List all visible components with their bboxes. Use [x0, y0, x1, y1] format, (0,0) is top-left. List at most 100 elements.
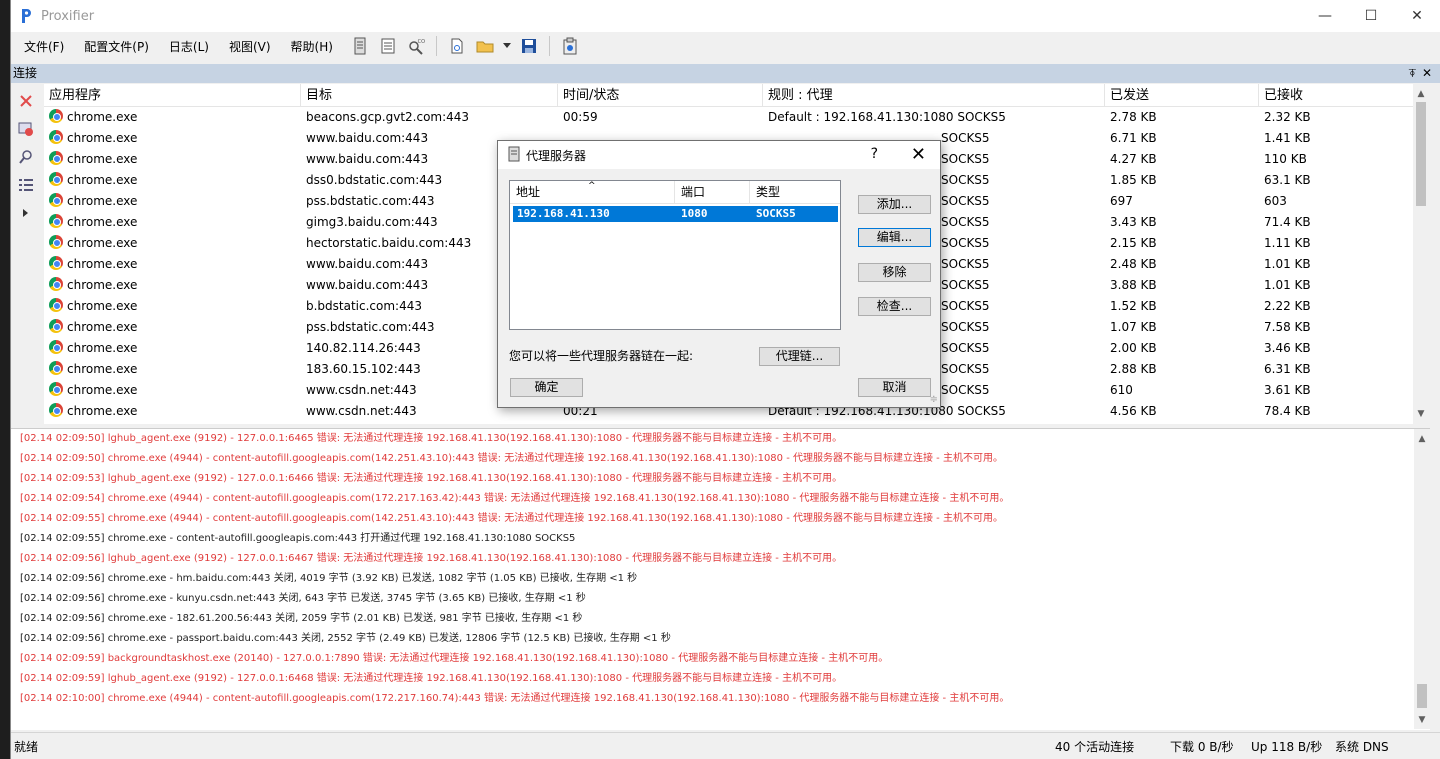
scroll-up-icon[interactable]: ▲: [1413, 86, 1429, 102]
window-title: Proxifier: [41, 8, 95, 24]
status-bar: 就绪 40 个活动连接 下载 0 B/秒 Up 118 B/秒 系统 DNS: [11, 732, 1440, 759]
connections-table-header: 应用程序 目标 时间/状态 规则 : 代理 已发送 已接收: [44, 84, 1429, 107]
list-view-icon[interactable]: [15, 174, 37, 196]
chrome-icon: [49, 235, 63, 249]
dialog-title-bar[interactable]: 代理服务器 ? ✕: [498, 141, 940, 169]
cell-app: chrome.exe: [44, 107, 301, 128]
expand-arrow-icon[interactable]: [15, 202, 37, 224]
status-ready: 就绪: [14, 740, 39, 754]
cell-rule-text: SOCKS5: [941, 341, 990, 355]
scroll-down-icon[interactable]: ▼: [1413, 406, 1429, 422]
cell-sent: 2.00 KB: [1105, 338, 1259, 359]
minimize-icon[interactable]: —: [1302, 0, 1348, 32]
log-line: [02.14 02:09:50] lghub_agent.exe (9192) …: [20, 433, 843, 444]
rules-icon[interactable]: [377, 35, 399, 57]
log-panel: [02.14 02:09:50] lghub_agent.exe (9192) …: [11, 428, 1430, 730]
menu-view[interactable]: 视图(V): [222, 38, 278, 55]
cell-rule-text: SOCKS5: [941, 173, 990, 187]
menu-log[interactable]: 日志(L): [162, 38, 216, 55]
column-header-time[interactable]: 时间/状态: [558, 84, 763, 106]
maximize-icon[interactable]: ☐: [1348, 0, 1394, 32]
column-header-type[interactable]: 类型: [750, 181, 838, 203]
log-line: [02.14 02:09:56] chrome.exe - hm.baidu.c…: [20, 573, 638, 584]
cell-app: chrome.exe: [44, 401, 301, 422]
log-line: [02.14 02:10:00] chrome.exe (4944) - con…: [20, 693, 1010, 704]
cell-app-text: chrome.exe: [67, 152, 138, 166]
remove-button[interactable]: 移除: [858, 263, 931, 282]
cell-rule-text: SOCKS5: [941, 299, 990, 313]
cell-app: chrome.exe: [44, 380, 301, 401]
cell-received: 6.31 KB: [1259, 359, 1429, 380]
check-button[interactable]: 检查...: [858, 297, 931, 316]
cell-sent-text: 2.00 KB: [1110, 341, 1157, 355]
menu-help[interactable]: 帮助(H): [284, 38, 340, 55]
column-header-app[interactable]: 应用程序: [44, 84, 301, 106]
cell-sent-text: 2.48 KB: [1110, 257, 1157, 271]
log-line: [02.14 02:09:54] chrome.exe (4944) - con…: [20, 493, 1010, 504]
cancel-button[interactable]: 取消: [858, 378, 931, 397]
cell-received-text: 1.01 KB: [1264, 278, 1311, 292]
clipboard-icon[interactable]: [559, 35, 581, 57]
cell-sent: 6.71 KB: [1105, 128, 1259, 149]
edit-button[interactable]: 编辑...: [858, 228, 931, 247]
ok-button[interactable]: 确定: [510, 378, 583, 397]
cell-target-text: dss0.bdstatic.com:443: [306, 173, 443, 187]
cell-time: 00:59: [558, 107, 763, 128]
log-line: [02.14 02:09:56] chrome.exe - kunyu.csdn…: [20, 593, 586, 604]
save-icon[interactable]: [518, 35, 540, 57]
cell-rule-text: SOCKS5: [941, 194, 990, 208]
close-icon[interactable]: ✕: [1394, 0, 1440, 32]
pin-icon[interactable]: ⍕: [1409, 64, 1416, 83]
cell-rule-text: SOCKS5: [941, 215, 990, 229]
new-profile-icon[interactable]: [446, 35, 468, 57]
cell-received: 2.32 KB: [1259, 107, 1429, 128]
column-header-address[interactable]: 地址 ^: [510, 181, 675, 203]
cell-rule-text: SOCKS5: [941, 131, 990, 145]
menu-file[interactable]: 文件(F): [17, 38, 71, 55]
chrome-icon: [49, 340, 63, 354]
close-connection-icon[interactable]: [15, 90, 37, 112]
log-scroll-down-icon[interactable]: ▼: [1414, 712, 1430, 728]
column-header-target[interactable]: 目标: [301, 84, 558, 106]
cell-app-text: chrome.exe: [67, 215, 138, 229]
log-lines: [02.14 02:09:50] lghub_agent.exe (9192) …: [11, 429, 1430, 709]
proxy-chain-button[interactable]: 代理链...: [759, 347, 840, 366]
cell-sent-text: 6.71 KB: [1110, 131, 1157, 145]
dropdown-arrow-icon[interactable]: [502, 35, 512, 57]
dialog-close-icon[interactable]: ✕: [911, 144, 926, 165]
cell-sent-text: 3.88 KB: [1110, 278, 1157, 292]
connections-scrollbar[interactable]: ▲ ▼: [1413, 84, 1429, 424]
scroll-thumb[interactable]: [1416, 102, 1426, 206]
resize-grip-icon[interactable]: ≑: [930, 394, 938, 405]
chrome-icon: [49, 298, 63, 312]
open-folder-icon[interactable]: [474, 35, 496, 57]
log-line: [02.14 02:09:59] backgroundtaskhost.exe …: [20, 653, 889, 664]
menu-profile[interactable]: 配置文件(P): [77, 38, 156, 55]
proxy-servers-icon[interactable]: [349, 35, 371, 57]
add-button[interactable]: 添加...: [858, 195, 931, 214]
name-resolution-icon[interactable]: .COM: [405, 35, 427, 57]
cell-target-text: www.baidu.com:443: [306, 278, 429, 292]
find-icon[interactable]: [15, 146, 37, 168]
help-icon[interactable]: ?: [871, 146, 878, 162]
column-header-received[interactable]: 已接收: [1259, 84, 1429, 106]
cell-rule-text: SOCKS5: [941, 152, 990, 166]
proxy-row-selected[interactable]: 192.168.41.130 1080 SOCKS5: [513, 206, 838, 222]
cell-app-text: chrome.exe: [67, 236, 138, 250]
cell-app-text: chrome.exe: [67, 131, 138, 145]
title-bar[interactable]: Proxifier — ☐ ✕: [11, 0, 1440, 32]
cell-target-text: www.csdn.net:443: [306, 383, 417, 397]
log-scrollbar[interactable]: ▲ ▼: [1414, 429, 1430, 729]
column-header-port[interactable]: 端口: [675, 181, 750, 203]
cell-received-text: 3.46 KB: [1264, 341, 1311, 355]
column-header-rule[interactable]: 规则 : 代理: [763, 84, 1105, 106]
log-scroll-thumb[interactable]: [1417, 684, 1427, 708]
block-connection-icon[interactable]: [15, 118, 37, 140]
panel-close-icon[interactable]: ✕: [1422, 64, 1432, 83]
table-row[interactable]: chrome.exe beacons.gcp.gvt2.com:443 00:59 D…: [44, 107, 1429, 128]
log-scroll-up-icon[interactable]: ▲: [1414, 431, 1430, 447]
cell-received-text: 2.22 KB: [1264, 299, 1311, 313]
cell-app-text: chrome.exe: [67, 383, 138, 397]
cell-rule-text: SOCKS5: [941, 257, 990, 271]
column-header-sent[interactable]: 已发送: [1105, 84, 1259, 106]
